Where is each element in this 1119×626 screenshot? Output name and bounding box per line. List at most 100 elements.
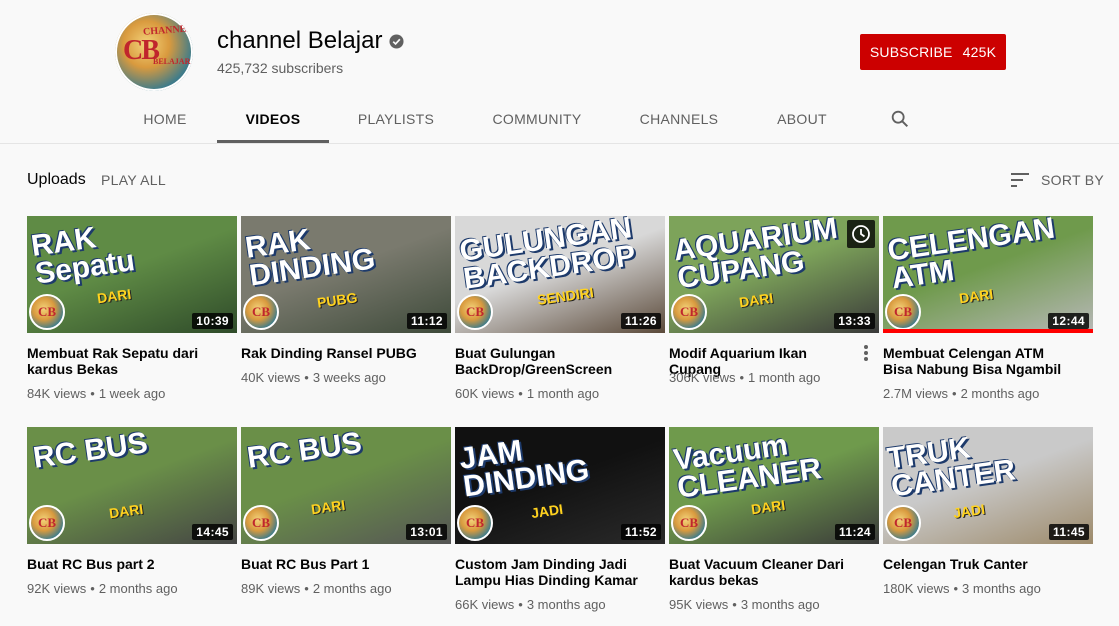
video-duration: 10:39: [192, 313, 233, 329]
search-icon[interactable]: [889, 108, 911, 130]
channel-watermark: CB: [885, 505, 921, 541]
video-age: 3 months ago: [740, 597, 820, 612]
tab-channels[interactable]: CHANNELS: [638, 95, 720, 143]
video-title[interactable]: Rak Dinding Ransel PUBG: [241, 345, 431, 361]
meta-separator: •: [90, 581, 95, 596]
video-thumbnail[interactable]: TRUK CANTER JADI CB 11:45: [883, 427, 1093, 544]
video-meta: 84K views • 1 week ago: [27, 386, 165, 401]
video-views: 66K views: [455, 597, 515, 612]
channel-avatar[interactable]: CHANNEL CB BELAJAR: [115, 13, 193, 91]
video-views: 40K views: [241, 370, 301, 385]
video-age: 1 month ago: [748, 370, 821, 385]
video-meta: 66K views • 3 months ago: [455, 597, 606, 612]
tab-playlists[interactable]: PLAYLISTS: [356, 95, 436, 143]
meta-separator: •: [304, 581, 309, 596]
channel-header: CHANNEL CB BELAJAR channel Belajar 425,7…: [0, 0, 1119, 144]
video-duration: 11:45: [1048, 524, 1089, 540]
video-age: 1 week ago: [98, 386, 166, 401]
subscribe-count: 425K: [962, 44, 997, 60]
video-meta: 92K views • 2 months ago: [27, 581, 178, 596]
video-views: 2.7M views: [883, 386, 949, 401]
uploads-section: Uploads PLAY ALL SORT BY RAK Sepatu DARI…: [0, 144, 1119, 626]
video-age: 2 months ago: [312, 581, 392, 596]
video-duration: 13:33: [834, 313, 875, 329]
channel-watermark: CB: [885, 294, 921, 330]
video-age: 2 months ago: [960, 386, 1040, 401]
video-meta: 95K views • 3 months ago: [669, 597, 820, 612]
meta-separator: •: [732, 597, 737, 612]
video-age: 1 month ago: [526, 386, 600, 401]
channel-watermark: CB: [29, 505, 65, 541]
video-duration: 12:44: [1048, 313, 1089, 329]
subscribe-label: SUBSCRIBE: [869, 44, 953, 60]
video-views: 180K views: [883, 581, 950, 596]
video-duration: 11:12: [406, 313, 447, 329]
video-title[interactable]: Buat Vacuum Cleaner Dari kardus bekas: [669, 556, 859, 588]
video-views: 89K views: [241, 581, 301, 596]
channel-name: channel Belajar: [217, 27, 383, 54]
more-options-icon[interactable]: [863, 345, 869, 363]
section-title: Uploads: [27, 171, 86, 188]
video-thumbnail[interactable]: RC BUS DARI CB 14:45: [27, 427, 237, 544]
channel-watermark: CB: [671, 505, 707, 541]
meta-separator: •: [952, 386, 957, 401]
video-thumbnail[interactable]: GULUNGAN BACKDROP SENDIRI CB 11:26: [455, 216, 665, 333]
watch-later-button[interactable]: [847, 220, 875, 248]
video-title[interactable]: Buat RC Bus part 2: [27, 556, 217, 572]
video-age: 2 months ago: [98, 581, 178, 596]
video-title[interactable]: Custom Jam Dinding Jadi Lampu Hias Dindi…: [455, 556, 645, 588]
video-title[interactable]: Buat Gulungan BackDrop/GreenScreen: [455, 345, 645, 377]
tab-home[interactable]: HOME: [140, 95, 190, 143]
play-all-button[interactable]: PLAY ALL: [101, 172, 166, 188]
video-views: 95K views: [669, 597, 729, 612]
video-title[interactable]: Membuat Rak Sepatu dari kardus Bekas: [27, 345, 217, 377]
video-views: 306K views: [669, 370, 736, 385]
video-title[interactable]: Celengan Truk Canter: [883, 556, 1073, 572]
video-thumbnail[interactable]: RAK DINDING PUBG CB 11:12: [241, 216, 451, 333]
sort-by-label: SORT BY: [1041, 172, 1105, 188]
subscriber-count: 425,732 subscribers: [217, 60, 344, 76]
video-meta: 60K views • 1 month ago: [455, 386, 599, 401]
meta-separator: •: [518, 386, 523, 401]
meta-separator: •: [304, 370, 309, 385]
video-duration: 14:45: [192, 524, 233, 540]
watch-progress-bar: [883, 329, 1093, 333]
video-meta: 180K views • 3 months ago: [883, 581, 1041, 596]
video-thumbnail[interactable]: RC BUS DARI CB 13:01: [241, 427, 451, 544]
video-thumbnail[interactable]: RAK Sepatu DARI CB 10:39: [27, 216, 237, 333]
channel-watermark: CB: [457, 294, 493, 330]
video-thumbnail[interactable]: Vacuum CLEANER DARI CB 11:24: [669, 427, 879, 544]
channel-watermark: CB: [457, 505, 493, 541]
video-thumbnail[interactable]: AQUARIUM CUPANG DARI CB 13:33: [669, 216, 879, 333]
video-meta: 2.7M views • 2 months ago: [883, 386, 1039, 401]
video-meta: 89K views • 2 months ago: [241, 581, 392, 596]
tab-about[interactable]: ABOUT: [774, 95, 830, 143]
avatar-ring-text-2: BELAJAR: [153, 57, 191, 66]
tab-videos[interactable]: VIDEOS: [217, 95, 329, 143]
video-title[interactable]: Buat RC Bus Part 1: [241, 556, 431, 572]
meta-separator: •: [518, 597, 523, 612]
meta-separator: •: [953, 581, 959, 596]
channel-tabs: HOME VIDEOS PLAYLISTS COMMUNITY CHANNELS…: [0, 95, 1119, 143]
meta-separator: •: [739, 370, 745, 385]
subscribe-button[interactable]: SUBSCRIBE 425K: [860, 34, 1006, 70]
channel-watermark: CB: [243, 294, 279, 330]
video-duration: 11:24: [834, 524, 875, 540]
meta-separator: •: [90, 386, 95, 401]
thumbnail-headline: RAK Sepatu: [29, 221, 137, 291]
video-views: 60K views: [455, 386, 515, 401]
sort-icon: [1011, 173, 1029, 187]
video-title[interactable]: Membuat Celengan ATM Bisa Nabung Bisa Ng…: [883, 345, 1073, 377]
video-thumbnail[interactable]: CELENGAN ATM DARI CB 12:44: [883, 216, 1093, 333]
channel-watermark: CB: [671, 294, 707, 330]
channel-watermark: CB: [29, 294, 65, 330]
tab-community[interactable]: COMMUNITY: [490, 95, 584, 143]
clock-icon: [852, 225, 870, 243]
video-thumbnail[interactable]: JAM DINDING JADI CB 11:52: [455, 427, 665, 544]
video-views: 84K views: [27, 386, 87, 401]
channel-watermark: CB: [243, 505, 279, 541]
video-meta: 306K views • 1 month ago: [669, 370, 820, 385]
video-age: 3 weeks ago: [312, 370, 386, 385]
video-age: 3 months ago: [526, 597, 606, 612]
verified-check-icon: [389, 34, 404, 49]
